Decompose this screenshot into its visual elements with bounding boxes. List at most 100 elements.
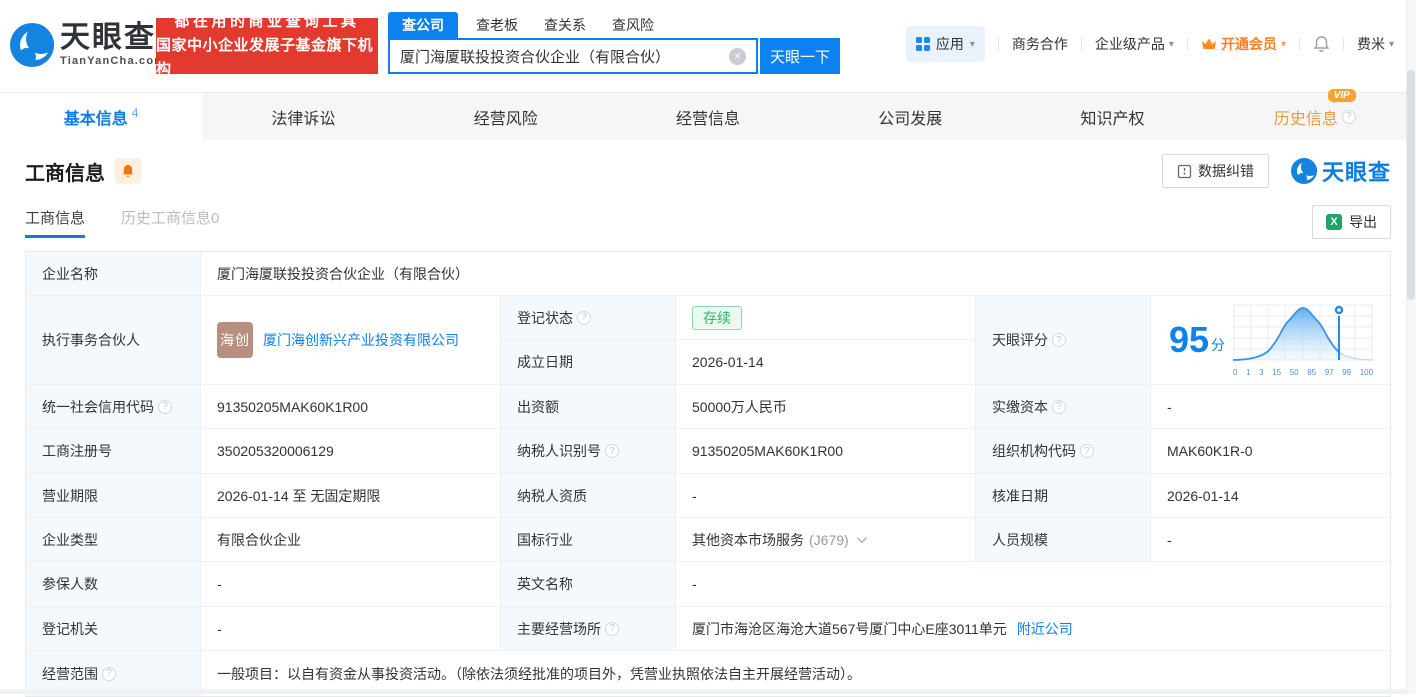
approval-date-value: 2026-01-14 (1151, 474, 1390, 518)
brand-logo[interactable]: 天眼查 TianYanCha.com (10, 22, 165, 67)
paid-capital-value: - (1151, 385, 1390, 429)
search-tab-company[interactable]: 查公司 (388, 12, 458, 38)
address-cell: 厦门市海沧区海沧大道567号厦门中心E座3011单元 附近公司 (676, 607, 1390, 651)
field-label: 统一社会信用代码 ? (26, 385, 201, 429)
address-value: 厦门市海沧区海沧大道567号厦门中心E座3011单元 (692, 619, 1007, 639)
apps-label: 应用 (936, 34, 964, 54)
axis-tick: 1 (1246, 368, 1250, 377)
divider (998, 37, 999, 51)
taxpayer-quality-value: - (676, 474, 976, 518)
tab-history-info[interactable]: 历史信息 VIP ? (1214, 93, 1416, 140)
taxpayer-id-label: 纳税人识别号 (517, 441, 601, 461)
site-header: 天眼查 TianYanCha.com 都在用的商业查询工具 国家中小企业发展子基… (0, 10, 1416, 92)
field-label: 工商注册号 (26, 429, 201, 474)
search-input[interactable] (400, 41, 720, 71)
chevron-down-icon: ▾ (1281, 39, 1286, 50)
help-icon[interactable]: ? (158, 400, 172, 414)
search-tab-relation[interactable]: 查关系 (544, 12, 586, 38)
open-vip-menu[interactable]: 开通会员 ▾ (1201, 34, 1286, 54)
divider (1081, 37, 1082, 51)
business-info-section: 工商信息 数据纠错 天眼查 工商信息 历史工商信息0 X 导出 企业名称 厦门海… (0, 140, 1416, 697)
help-icon[interactable]: ? (1052, 333, 1066, 347)
field-label: 出资额 (501, 385, 676, 429)
watermark-text: 天眼查 (1322, 155, 1391, 187)
app-grid-icon (916, 37, 930, 51)
field-label: 主要经营场所 ? (501, 607, 676, 651)
help-icon[interactable]: ? (1342, 110, 1356, 124)
monitor-bell-icon[interactable] (115, 158, 141, 184)
tab-company-development-label: 公司发展 (878, 105, 942, 129)
help-icon[interactable]: ? (1052, 400, 1066, 414)
help-icon[interactable]: ? (102, 667, 116, 681)
chevron-down-icon[interactable] (857, 533, 867, 543)
export-label: 导出 (1349, 212, 1377, 232)
clear-search-icon[interactable]: × (729, 48, 746, 65)
business-term-value: 2026-01-14 至 无固定期限 (201, 474, 501, 518)
tab-basic-info[interactable]: 基本信息 4 (0, 93, 202, 140)
scrollbar-thumb[interactable] (1407, 70, 1415, 300)
export-button[interactable]: X 导出 (1312, 205, 1391, 239)
tab-legal[interactable]: 法律诉讼 (202, 93, 404, 140)
tab-operation-info-label: 经营信息 (676, 105, 740, 129)
partner-avatar[interactable]: 海创 (217, 322, 253, 358)
chevron-down-icon: ▾ (1389, 39, 1394, 50)
axis-tick: 100 (1360, 368, 1373, 377)
tab-operation-risk-label: 经营风险 (474, 105, 538, 129)
industry-code: (J679) (809, 532, 849, 548)
help-icon[interactable]: ? (1080, 444, 1094, 458)
axis-tick: 50 (1290, 368, 1299, 377)
subtab-history-business-info[interactable]: 历史工商信息0 (121, 207, 219, 238)
open-vip-label: 开通会员 (1221, 34, 1277, 54)
vip-badge: VIP (1328, 89, 1356, 102)
nearby-companies-link[interactable]: 附近公司 (1017, 619, 1073, 639)
search-tab-risk[interactable]: 查风险 (612, 12, 654, 38)
crown-icon (1201, 37, 1217, 51)
english-name-value: - (676, 562, 1390, 607)
chevron-down-icon: ▾ (1169, 39, 1174, 50)
score-cell: 95 分 (1151, 296, 1390, 385)
slogan-line2: 国家中小企业发展子基金旗下机构 (156, 34, 378, 82)
score-label: 天眼评分 (992, 330, 1048, 350)
tianyancha-watermark-icon (1291, 158, 1317, 184)
tab-basic-info-count: 4 (132, 106, 139, 120)
enterprise-products-label: 企业级产品 (1095, 34, 1165, 54)
tab-operation-info[interactable]: 经营信息 (607, 93, 809, 140)
enterprise-products-menu[interactable]: 企业级产品 ▾ (1095, 34, 1174, 54)
page-scrollbar[interactable] (1406, 0, 1416, 694)
divider (1187, 37, 1188, 51)
company-name-value: 厦门海厦联投投资合伙企业（有限合伙） (201, 252, 1390, 296)
user-menu[interactable]: 费米 ▾ (1357, 34, 1394, 54)
slogan-banner: 都在用的商业查询工具 国家中小企业发展子基金旗下机构 (156, 18, 378, 74)
section-title: 工商信息 (25, 157, 105, 186)
data-correction-button[interactable]: 数据纠错 (1162, 154, 1269, 188)
subtab-business-info[interactable]: 工商信息 (25, 207, 85, 238)
est-date-value: 2026-01-14 (676, 340, 976, 385)
search-tab-boss[interactable]: 查老板 (476, 12, 518, 38)
industry-value: 其他资本市场服务 (692, 530, 804, 550)
cooperation-link[interactable]: 商务合作 (1012, 34, 1068, 54)
partner-company-link[interactable]: 厦门海创新兴产业投资有限公司 (263, 330, 459, 350)
reg-authority-value: - (201, 607, 501, 651)
field-label: 营业期限 (26, 474, 201, 518)
help-icon[interactable]: ? (577, 311, 591, 325)
insured-value: - (201, 562, 501, 607)
help-icon[interactable]: ? (605, 444, 619, 458)
axis-tick: 3 (1259, 368, 1263, 377)
correction-icon (1177, 164, 1192, 179)
notification-bell-icon[interactable] (1313, 35, 1330, 53)
tab-company-development[interactable]: 公司发展 (809, 93, 1011, 140)
tab-intellectual-property[interactable]: 知识产权 (1011, 93, 1213, 140)
apps-menu[interactable]: 应用 ▾ (906, 26, 985, 62)
search-area: 查公司 查老板 查关系 查风险 × 天眼一下 (388, 15, 840, 74)
help-icon[interactable]: ? (605, 622, 619, 636)
score-unit: 分 (1211, 335, 1225, 355)
axis-tick: 0 (1233, 368, 1237, 377)
company-nav-tabs: 基本信息 4 法律诉讼 经营风险 经营信息 公司发展 知识产权 历史信息 VIP… (0, 92, 1416, 140)
business-info-table: 企业名称 厦门海厦联投投资合伙企业（有限合伙） 执行事务合伙人 海创 厦门海创新… (25, 251, 1391, 697)
tab-operation-risk[interactable]: 经营风险 (405, 93, 607, 140)
axis-tick: 97 (1325, 368, 1334, 377)
field-label: 企业类型 (26, 518, 201, 562)
reg-status-label: 登记状态 (517, 308, 573, 328)
reg-number-value: 350205320006129 (201, 429, 501, 474)
search-button[interactable]: 天眼一下 (760, 38, 840, 74)
